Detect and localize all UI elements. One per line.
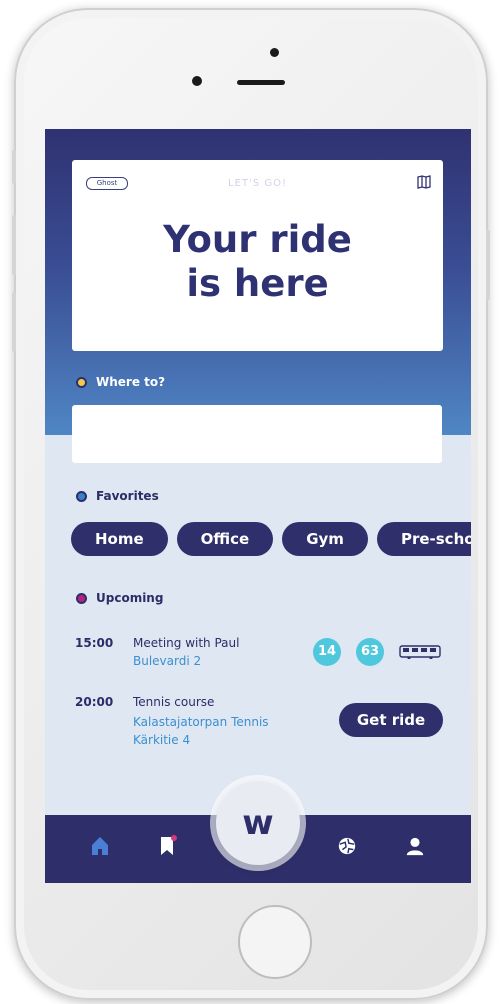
hero-header: LET'S GO! — [228, 178, 287, 189]
favorite-chip-home[interactable]: Home — [71, 522, 168, 556]
event-title: Meeting with Paul — [133, 636, 240, 650]
favorite-chip-gym[interactable]: Gym — [282, 522, 368, 556]
upcoming-label: Upcoming — [76, 591, 163, 605]
favorites-label-text: Favorites — [96, 489, 159, 503]
favorites-label: Favorites — [76, 489, 159, 503]
event-location[interactable]: Bulevardi 2 — [133, 652, 303, 670]
home-button[interactable] — [238, 905, 312, 979]
proximity-sensor — [192, 76, 202, 86]
hero-title: Your ride is here — [72, 218, 443, 306]
where-to-input[interactable] — [72, 405, 442, 463]
where-to-label-text: Where to? — [96, 375, 166, 389]
front-camera — [270, 48, 279, 57]
favorite-chip-preschool[interactable]: Pre-scho — [376, 522, 471, 556]
globe-icon[interactable] — [337, 835, 357, 857]
event-title: Tennis course — [133, 695, 215, 709]
hero-title-line1: Your ride — [163, 218, 352, 261]
event-location-line2[interactable]: Kärkitie 4 — [133, 731, 303, 749]
earpiece-speaker — [237, 80, 285, 85]
volume-down-key — [12, 292, 16, 352]
get-ride-button[interactable]: Get ride — [339, 703, 443, 737]
favorite-chip-office[interactable]: Office — [176, 522, 274, 556]
event-time: 15:00 — [75, 636, 114, 650]
bus-line-badge: 63 — [356, 638, 384, 666]
favorites-chips: Home Office Gym Pre-scho — [71, 522, 471, 556]
map-icon[interactable] — [417, 175, 431, 189]
volume-up-key — [12, 215, 16, 275]
event-location-line1[interactable]: Kalastajatorpan Tennis — [133, 713, 303, 731]
w-logo-icon: w — [242, 803, 274, 843]
hero-card: Ghost LET'S GO! Your ride is here — [72, 160, 443, 351]
hero-title-line2: is here — [186, 262, 329, 305]
ride-action-button[interactable]: w — [216, 781, 300, 865]
app-screen: Ghost LET'S GO! Your ride is here Where … — [45, 129, 471, 883]
mute-switch — [12, 150, 16, 184]
where-to-dot-icon — [76, 376, 87, 388]
where-to-label: Where to? — [76, 375, 165, 389]
profile-icon[interactable] — [405, 835, 425, 857]
upcoming-label-text: Upcoming — [96, 591, 164, 605]
event-time: 20:00 — [75, 695, 114, 709]
upcoming-dot-icon — [76, 592, 87, 604]
bookmark-icon[interactable] — [158, 835, 178, 857]
bus-icon — [399, 645, 441, 659]
home-icon[interactable] — [90, 835, 110, 857]
favorites-dot-icon — [76, 490, 87, 502]
bus-line-badge: 14 — [313, 638, 341, 666]
power-key — [486, 230, 490, 300]
